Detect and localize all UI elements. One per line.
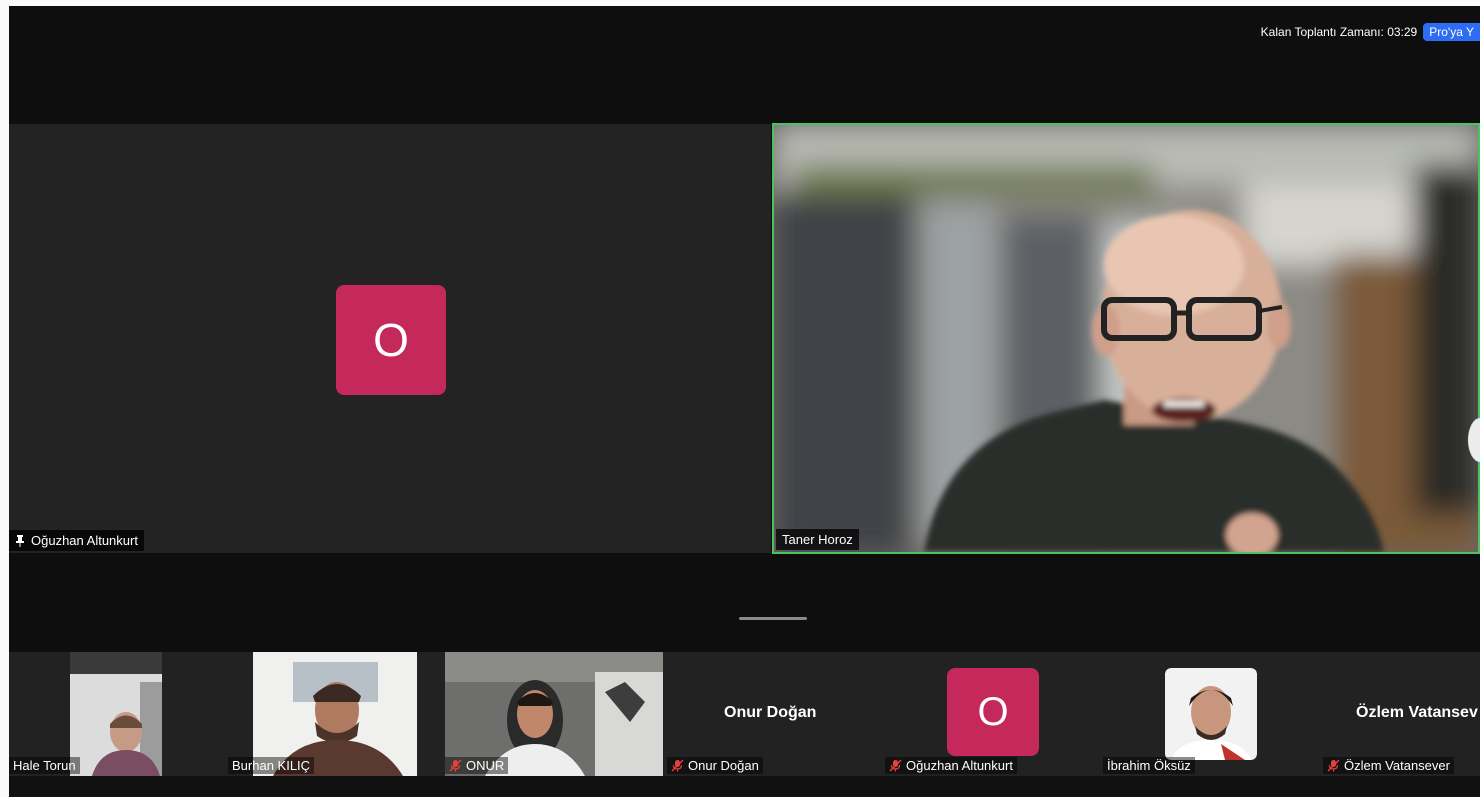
- participant-name-tag: Oğuzhan Altunkurt: [9, 530, 144, 551]
- window-top-edge: [0, 0, 1480, 6]
- gallery-tile[interactable]: Özlem Vatansev Özlem Vatansever: [1323, 652, 1480, 776]
- participant-display-name: Özlem Vatansev: [1356, 704, 1478, 721]
- gallery-tile[interactable]: Burhan KILIÇ: [224, 652, 434, 776]
- participant-photo: [1165, 668, 1257, 760]
- participant-name: Oğuzhan Altunkurt: [906, 758, 1013, 773]
- participant-name-tag: İbrahim Öksüz: [1103, 757, 1195, 774]
- participant-video: [774, 125, 1478, 552]
- participant-name: Hale Torun: [13, 758, 76, 773]
- gallery-tile[interactable]: ONUR: [445, 652, 663, 776]
- participant-name: Onur Doğan: [688, 758, 759, 773]
- gallery-tile[interactable]: Onur Doğan Onur Doğan: [667, 652, 877, 776]
- participant-name: Oğuzhan Altunkurt: [31, 533, 138, 548]
- mic-muted-icon: [1327, 759, 1340, 772]
- avatar: O: [947, 668, 1039, 756]
- participant-name-tag: Oğuzhan Altunkurt: [885, 757, 1017, 774]
- gallery-tile[interactable]: O Oğuzhan Altunkurt: [885, 652, 1095, 776]
- gallery-strip: Hale Torun Burhan KILIÇ ONUR Onur Doğan …: [9, 652, 1480, 776]
- participant-name-tag: Taner Horoz: [776, 529, 859, 550]
- mic-muted-icon: [671, 759, 684, 772]
- timer-text: Kalan Toplantı Zamanı: 03:29: [1260, 25, 1418, 39]
- participant-name-tag: Onur Doğan: [667, 757, 763, 774]
- participant-name: Burhan KILIÇ: [232, 758, 311, 773]
- participant-display-name: Onur Doğan: [724, 704, 817, 721]
- mic-muted-icon: [889, 759, 902, 772]
- participant-name-tag: Özlem Vatansever: [1323, 757, 1454, 774]
- gallery-tile[interactable]: İbrahim Öksüz: [1103, 652, 1313, 776]
- pin-icon: [16, 534, 24, 547]
- gallery-tile[interactable]: Hale Torun: [9, 652, 219, 776]
- mic-muted-icon: [449, 759, 462, 772]
- upgrade-pro-button[interactable]: Pro'ya Y: [1423, 23, 1480, 41]
- resize-handle[interactable]: [739, 617, 807, 620]
- participant-name: İbrahim Öksüz: [1107, 758, 1191, 773]
- avatar: O: [336, 285, 446, 395]
- participant-name: ONUR: [466, 758, 505, 773]
- participant-name-tag: ONUR: [445, 757, 509, 774]
- participant-name: Taner Horoz: [782, 532, 853, 547]
- meeting-timer: Kalan Toplantı Zamanı: 03:29 Pro'ya Y: [1261, 22, 1480, 42]
- window-left-edge: [0, 0, 9, 797]
- bottom-bar: [9, 776, 1480, 797]
- video-tile-main-left[interactable]: O Oğuzhan Altunkurt: [9, 124, 771, 553]
- participant-name: Özlem Vatansever: [1344, 758, 1450, 773]
- participant-video: [70, 652, 162, 776]
- participant-name-tag: Burhan KILIÇ: [228, 757, 315, 774]
- participant-name-tag: Hale Torun: [9, 757, 80, 774]
- video-tile-active-speaker[interactable]: Taner Horoz: [772, 123, 1480, 554]
